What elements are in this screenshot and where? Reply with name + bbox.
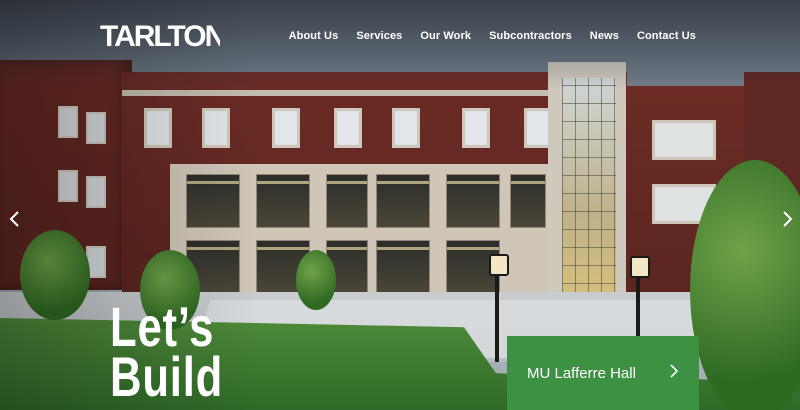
nav-our-work[interactable]: Our Work <box>420 30 471 42</box>
main-nav: About Us Services Our Work Subcontractor… <box>289 30 696 42</box>
street-lamp <box>489 254 509 362</box>
nav-services[interactable]: Services <box>356 30 402 42</box>
site-header: TARLTON About Us Services Our Work Subco… <box>0 0 800 72</box>
project-card-label: MU Lafferre Hall <box>527 364 636 382</box>
hero-title-line-2: Build <box>110 345 224 408</box>
glass-stair-tower <box>548 62 626 302</box>
tarlton-logo[interactable]: TARLTON <box>100 18 220 52</box>
chevron-left-icon <box>9 211 19 227</box>
chevron-right-icon <box>783 211 793 227</box>
street-lamp <box>630 256 650 342</box>
carousel-next-button[interactable] <box>780 210 794 228</box>
nav-contact-us[interactable]: Contact Us <box>637 30 696 42</box>
nav-news[interactable]: News <box>590 30 619 42</box>
project-card-link[interactable]: MU Lafferre Hall <box>507 336 699 410</box>
carousel-prev-button[interactable] <box>8 210 22 228</box>
nav-about-us[interactable]: About Us <box>289 30 339 42</box>
tree <box>296 250 336 310</box>
chevron-right-icon <box>669 363 679 383</box>
hero-title: Let’s Build <box>110 299 224 408</box>
svg-text:TARLTON: TARLTON <box>100 20 220 52</box>
nav-subcontractors[interactable]: Subcontractors <box>489 30 572 42</box>
